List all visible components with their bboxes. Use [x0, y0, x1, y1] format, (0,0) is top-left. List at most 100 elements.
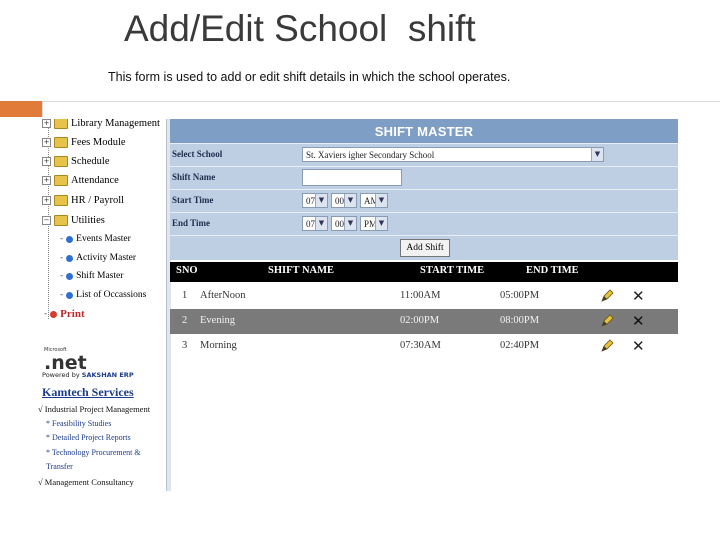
grid-header: SNO SHIFT NAME START TIME END TIME: [170, 262, 678, 282]
bullet-icon: [66, 254, 74, 262]
expand-icon[interactable]: +: [42, 195, 51, 205]
service-line: √ Industrial Project Management: [38, 404, 151, 414]
tree-item-label: Library Management: [71, 119, 160, 129]
table-row: 1 AfterNoon 11:00AM 05:00PM ✕: [170, 284, 678, 309]
folder-icon: [54, 136, 68, 148]
edit-icon[interactable]: [600, 289, 614, 303]
column-header-end-time[interactable]: END TIME: [526, 265, 579, 276]
select-school-label: Select School: [172, 149, 223, 159]
chevron-down-icon[interactable]: ▼: [375, 194, 387, 207]
sidebar-item-print[interactable]: - Print: [44, 306, 85, 322]
collapse-icon[interactable]: −: [42, 215, 51, 225]
folder-icon: [54, 174, 68, 186]
delete-icon[interactable]: ✕: [632, 312, 645, 330]
folder-icon: [54, 119, 68, 129]
service-line: √ Management Consultancy: [38, 477, 134, 487]
end-hour-select[interactable]: 07 ▼: [302, 216, 328, 231]
tree-item-label: Utilities: [71, 214, 105, 226]
end-time-row: End Time 07 ▼ 00 ▼ PM ▼: [170, 212, 678, 235]
tree-item-fees-module[interactable]: + Fees Module: [42, 134, 126, 150]
sidebar-item-list-of-occassions[interactable]: - List of Occassions: [60, 287, 146, 303]
expand-icon[interactable]: +: [42, 119, 51, 128]
bullet-icon: [66, 235, 74, 243]
accent-divider: [42, 101, 720, 102]
tree-item-label: Schedule: [71, 155, 110, 167]
service-item: * Feasibility Studies: [46, 419, 112, 428]
tree-item-label: Attendance: [71, 174, 119, 186]
table-row: 3 Morning 07:30AM 02:40PM ✕: [170, 334, 678, 359]
tree-item-hr-payroll[interactable]: + HR / Payroll: [42, 192, 124, 208]
sidebar-item-label: Events Master: [76, 234, 131, 244]
sidebar-item-activity-master[interactable]: - Activity Master: [60, 250, 136, 266]
cell-end-time: 05:00PM: [500, 290, 540, 301]
cell-start-time: 11:00AM: [400, 290, 441, 301]
button-row: Add Shift: [170, 235, 678, 260]
add-shift-button[interactable]: Add Shift: [400, 239, 450, 257]
powered-by-text: Powered by SAKSHAN ERP: [42, 371, 134, 379]
expand-icon[interactable]: +: [42, 137, 51, 147]
end-ampm-select[interactable]: PM ▼: [360, 216, 388, 231]
cell-sno: 3: [182, 340, 188, 351]
table-row: 2 Evening 02:00PM 08:00PM ✕: [170, 309, 678, 334]
chevron-down-icon[interactable]: ▼: [344, 217, 356, 230]
tree-item-attendance[interactable]: + Attendance: [42, 172, 119, 188]
chevron-down-icon[interactable]: ▼: [375, 217, 387, 230]
tree-item-schedule[interactable]: + Schedule: [42, 153, 110, 169]
sidebar: + Library Management + Fees Module + Sch…: [38, 119, 166, 491]
shift-name-input[interactable]: [302, 169, 402, 186]
print-link[interactable]: Print: [60, 308, 84, 320]
shift-name-row: Shift Name: [170, 166, 678, 189]
chevron-down-icon[interactable]: ▼: [315, 194, 327, 207]
end-minute-select[interactable]: 00 ▼: [331, 216, 357, 231]
start-time-label: Start Time: [172, 195, 214, 205]
sidebar-item-label: Activity Master: [76, 253, 137, 263]
tree-item-utilities[interactable]: − Utilities: [42, 212, 105, 228]
cell-start-time: 07:30AM: [400, 340, 441, 351]
service-item: * Detailed Project Reports: [46, 433, 131, 442]
shift-name-label: Shift Name: [172, 172, 216, 182]
cell-shift-name: Evening: [200, 315, 235, 326]
column-header-sno[interactable]: SNO: [176, 265, 198, 276]
sidebar-item-shift-master[interactable]: - Shift Master: [60, 268, 123, 284]
sidebar-item-events-master[interactable]: - Events Master: [60, 231, 131, 247]
folder-icon: [54, 194, 68, 206]
column-header-shift-name[interactable]: SHIFT NAME: [268, 265, 334, 276]
sidebar-item-label: Shift Master: [76, 271, 124, 281]
shift-master-panel: SHIFT MASTER Select School St. Xaviers i…: [170, 119, 678, 359]
tree-item-library-management[interactable]: + Library Management: [42, 119, 160, 131]
chevron-down-icon[interactable]: ▼: [344, 194, 356, 207]
expand-icon[interactable]: +: [42, 156, 51, 166]
cell-end-time: 02:40PM: [500, 340, 540, 351]
expand-icon[interactable]: +: [42, 175, 51, 185]
end-time-label: End Time: [172, 218, 210, 228]
select-school-row: Select School St. Xaviers igher Secondar…: [170, 143, 678, 166]
chevron-down-icon[interactable]: ▼: [315, 217, 327, 230]
start-time-row: Start Time 07 ▼ 00 ▼ AM ▼: [170, 189, 678, 212]
edit-icon[interactable]: [600, 339, 614, 353]
school-select[interactable]: St. Xaviers igher Secondary School ▼: [302, 147, 604, 162]
start-hour-select[interactable]: 07 ▼: [302, 193, 328, 208]
start-minute-select[interactable]: 00 ▼: [331, 193, 357, 208]
cell-shift-name: Morning: [200, 340, 237, 351]
tree-item-label: HR / Payroll: [71, 194, 125, 206]
tree-item-label: Fees Module: [71, 136, 126, 148]
edit-icon[interactable]: [600, 314, 614, 328]
folder-open-icon: [54, 214, 68, 226]
company-link[interactable]: Kamtech Services: [42, 385, 134, 400]
delete-icon[interactable]: ✕: [632, 287, 645, 305]
service-item: * Technology Procurement &: [46, 448, 141, 457]
chevron-down-icon[interactable]: ▼: [591, 148, 603, 161]
cell-sno: 1: [182, 290, 188, 301]
start-ampm-select[interactable]: AM ▼: [360, 193, 388, 208]
column-header-start-time[interactable]: START TIME: [420, 265, 484, 276]
slide-subtitle: This form is used to add or edit shift d…: [108, 70, 511, 84]
delete-icon[interactable]: ✕: [632, 337, 645, 355]
slide-title: Add/Edit School shift: [124, 8, 476, 49]
sidebar-item-label: List of Occassions: [76, 290, 147, 300]
cell-start-time: 02:00PM: [400, 315, 440, 326]
accent-bar: [0, 101, 42, 117]
bullet-icon: [66, 291, 74, 299]
accent-divider-vertical: [42, 101, 43, 117]
print-bullet-icon: [50, 310, 58, 318]
form-header: SHIFT MASTER: [170, 119, 678, 143]
